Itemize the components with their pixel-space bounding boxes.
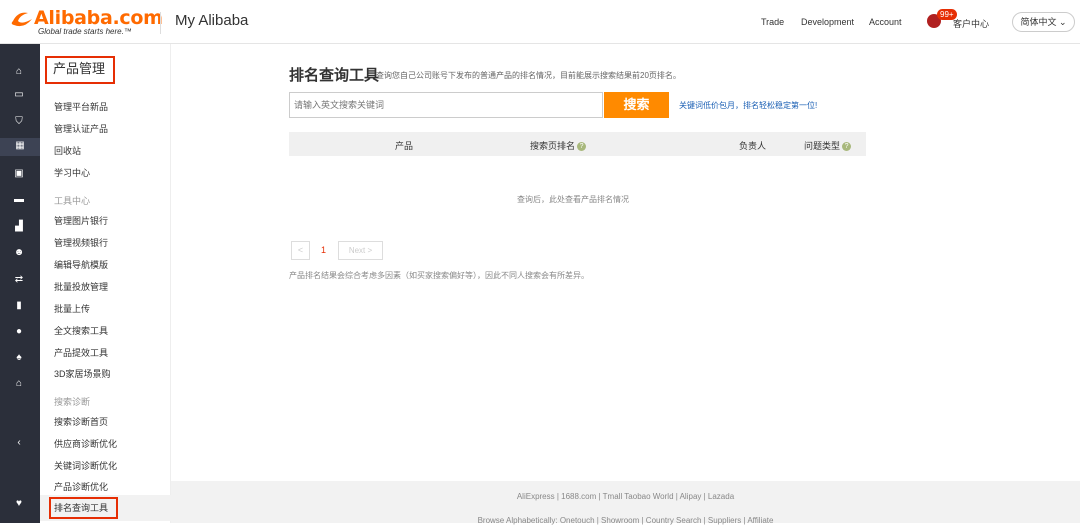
page-title: 排名查询工具 xyxy=(289,67,380,84)
col-product: 产品 xyxy=(395,141,414,151)
search-button[interactable]: 搜索 xyxy=(604,92,669,118)
users-icon[interactable]: ☻ xyxy=(11,245,27,261)
sidebar-item-video-bank[interactable]: 管理视频银行 xyxy=(54,236,108,249)
sidebar-item-recycle[interactable]: 回收站 xyxy=(54,144,81,157)
sidebar-item-platform-new[interactable]: 管理平台新品 xyxy=(54,100,108,113)
sidebar-item-efficiency[interactable]: 产品提效工具 xyxy=(54,346,108,359)
logo-word: Alibaba.com xyxy=(34,7,163,29)
sidebar-item-3d-home[interactable]: 3D家居场景购 xyxy=(54,367,111,380)
sidebar-item-learning[interactable]: 学习中心 xyxy=(54,166,90,179)
help-icon[interactable]: ? xyxy=(577,142,587,152)
sidebar-item-certified[interactable]: 管理认证产品 xyxy=(54,122,108,135)
col-issue-type: 问题类型? xyxy=(804,139,852,152)
sidebar-item-ranking-tool[interactable]: 排名查询工具 xyxy=(49,497,118,519)
heart-icon[interactable]: ♥ xyxy=(11,496,27,512)
language-select[interactable]: 简体中文 ⌄ xyxy=(1012,12,1075,32)
sidebar-item-product-diag[interactable]: 产品诊断优化 xyxy=(54,480,108,493)
sidebar-item-diag-home[interactable]: 搜索诊断首页 xyxy=(54,415,108,428)
transfer-icon[interactable]: ⇄ xyxy=(11,272,27,288)
alibaba-smile-icon xyxy=(11,12,32,27)
pager-page-1[interactable]: 1 xyxy=(321,245,326,255)
photo-icon[interactable]: ▣ xyxy=(11,166,27,182)
clipboard-icon[interactable]: ▮ xyxy=(11,298,27,314)
footer: AliExpress | 1688.com | Tmall Taobao Wor… xyxy=(171,481,1080,525)
shield-icon[interactable]: ⛉ xyxy=(11,114,27,130)
promo-link[interactable]: 关键词低价包月，排名轻松稳定第一位! xyxy=(679,100,817,111)
footer-links[interactable]: AliExpress | 1688.com | Tmall Taobao Wor… xyxy=(171,492,1080,501)
ranking-note: 产品排名结果会综合考虑多因素（如买家搜索偏好等），因此不同人搜索会有所差异。 xyxy=(289,271,589,280)
page-description: 查询您自己公司账号下发布的普通产品的排名情况，目前能展示搜索结果前20页排名。 xyxy=(376,71,681,80)
bell-icon[interactable]: ♠ xyxy=(11,350,27,366)
help-icon[interactable]: ? xyxy=(842,142,852,152)
sidebar-item-keyword-diag[interactable]: 关键词诊断优化 xyxy=(54,459,117,472)
store-icon[interactable]: ▭ xyxy=(11,87,27,103)
product-sidebar: 产品管理 管理平台新品 管理认证产品 回收站 学习中心 工具中心 管理图片银行 … xyxy=(40,44,171,523)
nav-customer-center[interactable]: 客户中心 xyxy=(953,17,989,30)
logo-tagline: Global trade starts here.™ xyxy=(38,27,132,36)
main-content: 排名查询工具 查询您自己公司账号下发布的普通产品的排名情况，目前能展示搜索结果前… xyxy=(171,44,1080,523)
sidebar-item-batch-upload[interactable]: 批量上传 xyxy=(54,302,90,315)
icon-sidebar: ⌂ ▭ ⛉ ▦ ▣ ▬ ▟ ☻ ⇄ ▮ ● ♠ ⌂ ‹ ♥ xyxy=(0,44,40,523)
pager-next-button[interactable]: Next > xyxy=(338,241,383,260)
top-bar: Alibaba.com Global trade starts here.™ M… xyxy=(0,0,1080,44)
footer-links-browse[interactable]: Browse Alphabetically: Onetouch | Showro… xyxy=(171,516,1080,525)
nav-trade[interactable]: Trade xyxy=(761,17,784,27)
page-title-my-alibaba[interactable]: My Alibaba xyxy=(175,12,248,29)
sidebar-section-tools: 工具中心 xyxy=(54,196,91,206)
chart-icon[interactable]: ▟ xyxy=(11,219,27,235)
pager-prev-button[interactable]: < xyxy=(291,241,310,260)
nav-account[interactable]: Account xyxy=(869,17,902,27)
col-owner: 负责人 xyxy=(739,141,767,151)
message-icon[interactable]: ▬ xyxy=(11,192,27,208)
sidebar-item-image-bank[interactable]: 管理图片银行 xyxy=(54,214,108,227)
sidebar-item-nav-template[interactable]: 编辑导航模版 xyxy=(54,258,108,271)
globe-icon[interactable]: ● xyxy=(11,324,27,340)
empty-state-text: 查询后，此处查看产品排名情况 xyxy=(517,195,629,204)
bank-icon[interactable]: ⌂ xyxy=(11,376,27,392)
alibaba-logo[interactable]: Alibaba.com Global trade starts here.™ xyxy=(10,7,163,37)
sidebar-title: 产品管理 xyxy=(45,56,115,84)
header-divider xyxy=(160,12,161,34)
sidebar-item-supplier-diag[interactable]: 供应商诊断优化 xyxy=(54,437,117,450)
nav-development[interactable]: Development xyxy=(801,17,854,27)
collapse-icon[interactable]: ‹ xyxy=(11,435,27,451)
sidebar-section-diagnosis: 搜索诊断 xyxy=(54,397,91,407)
sidebar-item-fulltext-search[interactable]: 全文搜索工具 xyxy=(54,324,108,337)
col-issue-type-label: 问题类型 xyxy=(804,141,841,151)
keyword-search-input[interactable] xyxy=(289,92,603,118)
results-table-header: 产品 搜索页排名? 负责人 问题类型? xyxy=(289,132,866,156)
sidebar-item-batch-placement[interactable]: 批量投放管理 xyxy=(54,280,108,293)
home-icon[interactable]: ⌂ xyxy=(11,64,27,80)
grid-icon[interactable]: ▦ xyxy=(0,138,40,156)
col-search-rank: 搜索页排名? xyxy=(530,139,587,152)
col-search-rank-label: 搜索页排名 xyxy=(530,141,576,151)
